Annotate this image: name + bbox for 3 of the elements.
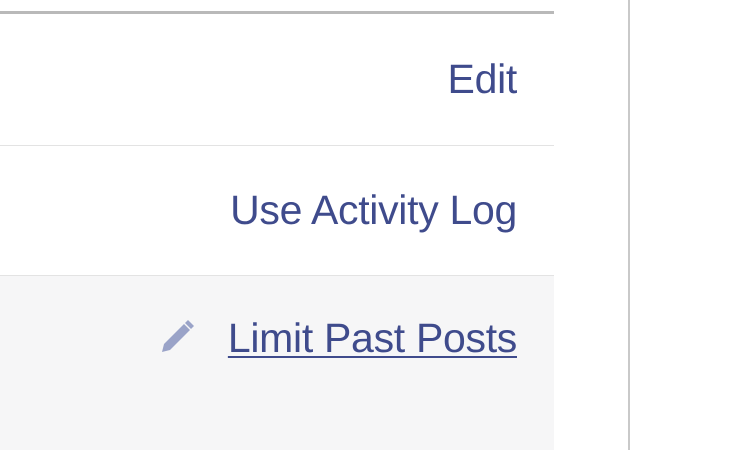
action-link[interactable]: Limit Past Posts — [228, 318, 517, 359]
action-link[interactable]: Edit — [448, 59, 517, 100]
action-link[interactable]: Use Activity Log — [230, 190, 517, 231]
